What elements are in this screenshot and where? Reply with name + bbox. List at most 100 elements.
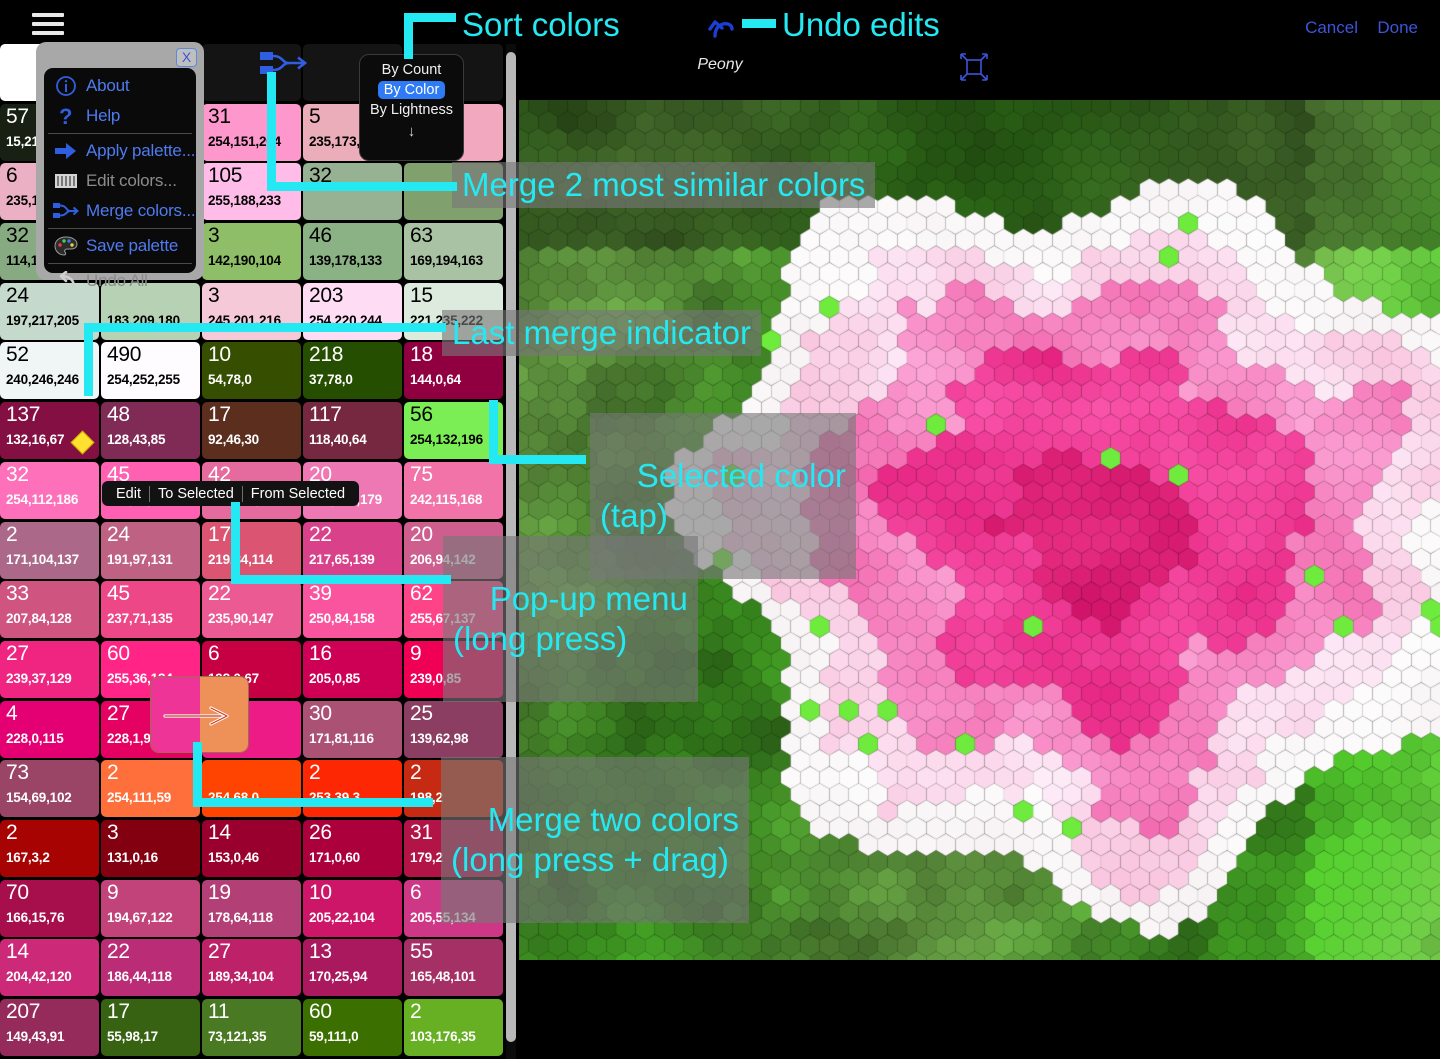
palette-cell[interactable]: 22 186,44,118 bbox=[101, 939, 200, 997]
palette-cell[interactable]: 22 217,65,139 bbox=[303, 521, 402, 579]
palette-cell[interactable]: 25 139,62,98 bbox=[404, 700, 503, 758]
done-button[interactable]: Done bbox=[1377, 18, 1418, 38]
palette-cell[interactable]: 490 254,252,255 bbox=[101, 342, 200, 400]
palette-cell[interactable]: 2 171,104,137 bbox=[0, 521, 99, 579]
palette-row: 2 171,104,137 24 191,97,131 17 219,84,114 22 21… bbox=[0, 521, 505, 582]
context-edit-button[interactable]: Edit bbox=[108, 486, 149, 502]
palette-cell[interactable]: 16 205,0,85 bbox=[303, 640, 402, 698]
sort-option-by-lightness[interactable]: By Lightness bbox=[364, 101, 459, 119]
palette-row: 27239,37,12960255,36,1346198,0,6716205,0… bbox=[0, 640, 505, 701]
palette-cell-count: 6 bbox=[208, 641, 220, 665]
hamburger-menu-icon[interactable] bbox=[32, 13, 64, 37]
palette-cell[interactable]: 39 250,84,158 bbox=[303, 581, 402, 639]
menu-item-label: Merge colors... bbox=[86, 201, 196, 220]
palette-cell[interactable]: 27 239,37,129 bbox=[0, 640, 99, 698]
merge-colors-icon[interactable] bbox=[258, 49, 310, 79]
palette-cell[interactable]: 26 171,0,60 bbox=[303, 819, 402, 877]
menu-item-edit-colors[interactable]: Edit colors... bbox=[44, 166, 196, 196]
palette-cell[interactable]: 2 254,111,59 bbox=[101, 760, 200, 818]
palette-cell-rgb: 171,0,60 bbox=[309, 849, 360, 865]
menu-item-label: About bbox=[86, 76, 130, 95]
chevron-down-icon[interactable]: ↓ bbox=[408, 123, 416, 140]
menu-item-undo-all[interactable]: Undo All bbox=[44, 266, 196, 296]
palette-cell[interactable]: 22 235,90,147 bbox=[202, 581, 301, 639]
palette-cell[interactable]: 13 170,25,94 bbox=[303, 939, 402, 997]
palette-cell[interactable]: 17 219,84,114 bbox=[202, 521, 301, 579]
menu-item-label: Save palette bbox=[86, 236, 179, 255]
palette-cell-count: 3 bbox=[208, 283, 220, 307]
palette-cell[interactable]: 60 59,111,0 bbox=[303, 999, 402, 1056]
menu-item-help[interactable]: ? Help bbox=[44, 101, 196, 131]
annotation-leader-selected-h bbox=[489, 455, 586, 464]
palette-cell-count: 9 bbox=[410, 641, 422, 665]
drag-source-swatch bbox=[151, 677, 200, 752]
palette-cell[interactable]: 14 204,42,120 bbox=[0, 939, 99, 997]
main-menu-body[interactable]: About ? Help Apply palette... Edit color… bbox=[44, 68, 196, 290]
palette-cell[interactable]: 254,68,0 bbox=[202, 760, 301, 818]
main-popover-menu[interactable]: X About ? Help Apply palette... Edit col… bbox=[36, 42, 204, 290]
palette-cell[interactable]: 33 207,84,128 bbox=[0, 581, 99, 639]
palette-cell-count: 70 bbox=[6, 880, 29, 904]
context-to-selected-button[interactable]: To Selected bbox=[150, 486, 242, 502]
annotation-sort-colors: Sort colors bbox=[462, 6, 620, 43]
palette-cell[interactable]: 9 194,67,122 bbox=[101, 879, 200, 937]
palette-cell[interactable]: 19 178,64,118 bbox=[202, 879, 301, 937]
palette-cell[interactable]: 10 205,22,104 bbox=[303, 879, 402, 937]
menu-item-save-palette[interactable]: Save palette bbox=[44, 231, 196, 261]
context-from-selected-button[interactable]: From Selected bbox=[243, 486, 353, 502]
palette-cell[interactable]: 3 142,190,104 bbox=[202, 223, 301, 281]
palette-cell-rgb: 254,112,186 bbox=[6, 491, 79, 507]
palette-cell[interactable]: 11 73,121,35 bbox=[202, 999, 301, 1056]
palette-cell[interactable]: 46 139,178,133 bbox=[303, 223, 402, 281]
palette-cell[interactable]: 45 237,71,135 bbox=[101, 581, 200, 639]
palette-cell[interactable]: 2 167,3,2 bbox=[0, 819, 99, 877]
palette-cell[interactable]: 30 171,81,116 bbox=[303, 700, 402, 758]
palette-cell[interactable]: 73 154,69,102 bbox=[0, 760, 99, 818]
palette-cell[interactable]: 48 128,43,85 bbox=[101, 402, 200, 460]
palette-cell-rgb: 92,46,30 bbox=[208, 432, 259, 448]
annotation-leader-popup-h bbox=[231, 575, 451, 584]
palette-cell[interactable]: 137 132,16,67 bbox=[0, 402, 99, 460]
cancel-button[interactable]: Cancel bbox=[1305, 18, 1358, 38]
palette-cell[interactable]: 2 103,176,35 bbox=[404, 999, 503, 1056]
palette-cell[interactable]: 32 254,112,186 bbox=[0, 461, 99, 519]
palette-cell-rgb: 171,81,116 bbox=[309, 730, 374, 746]
undo-arrow-icon[interactable] bbox=[706, 10, 740, 40]
palette-cell-count: 13 bbox=[309, 940, 332, 964]
palette-cell[interactable]: 75 242,115,168 bbox=[404, 461, 503, 519]
palette-cell[interactable]: 70 166,15,76 bbox=[0, 879, 99, 937]
palette-cell-rgb: 59,111,0 bbox=[309, 1029, 359, 1044]
crop-resize-icon[interactable] bbox=[957, 52, 991, 82]
palette-cell[interactable]: 17 55,98,17 bbox=[101, 999, 200, 1056]
palette-cell[interactable]: 105 255,188,233 bbox=[202, 163, 301, 221]
palette-cell-count: 117 bbox=[309, 403, 342, 427]
palette-cell[interactable]: 17 92,46,30 bbox=[202, 402, 301, 460]
palette-cell[interactable]: 14 153,0,46 bbox=[202, 819, 301, 877]
close-icon[interactable]: X bbox=[176, 48, 197, 67]
palette-cell-count: 26 bbox=[309, 820, 332, 844]
palette-cell[interactable]: 207 149,43,91 bbox=[0, 999, 99, 1056]
palette-cell[interactable]: 4 228,0,115 bbox=[0, 700, 99, 758]
menu-item-about[interactable]: About bbox=[44, 71, 196, 101]
menu-item-apply-palette[interactable]: Apply palette... bbox=[44, 136, 196, 166]
palette-cell-count: 27 bbox=[6, 641, 29, 665]
palette-row: 70 166,15,76 9 194,67,122 19 178,64,118 10 205,… bbox=[0, 879, 505, 940]
menu-item-merge-colors[interactable]: Merge colors... bbox=[44, 196, 196, 226]
palette-cell[interactable]: 27 189,34,104 bbox=[202, 939, 301, 997]
sort-popup-menu[interactable]: By Count By Color By Lightness ↓ bbox=[359, 54, 464, 161]
palette-cell[interactable]: 3 131,0,16 bbox=[101, 819, 200, 877]
palette-cell-rgb: 242,115,168 bbox=[410, 491, 483, 507]
palette-cell[interactable]: 24 191,97,131 bbox=[101, 521, 200, 579]
palette-cell[interactable]: 2253,39,3 bbox=[303, 760, 402, 818]
palette-cell[interactable]: 117 118,40,64 bbox=[303, 402, 402, 460]
palette-cell[interactable]: 32 bbox=[303, 163, 402, 221]
palette-cell[interactable]: 31 254,151,204 bbox=[202, 103, 301, 161]
palette-cell[interactable]: 63 169,194,163 bbox=[404, 223, 503, 281]
sort-option-by-color[interactable]: By Color bbox=[377, 81, 446, 99]
palette-cell[interactable]: 10 54,78,0 bbox=[202, 342, 301, 400]
palette-cell[interactable]: 55 165,48,101 bbox=[404, 939, 503, 997]
palette-cell-count: 3 bbox=[107, 820, 119, 844]
sort-option-by-count[interactable]: By Count bbox=[376, 61, 448, 79]
palette-cell-rgb: 131,0,16 bbox=[107, 849, 158, 865]
palette-cell[interactable]: 218 37,78,0 bbox=[303, 342, 402, 400]
